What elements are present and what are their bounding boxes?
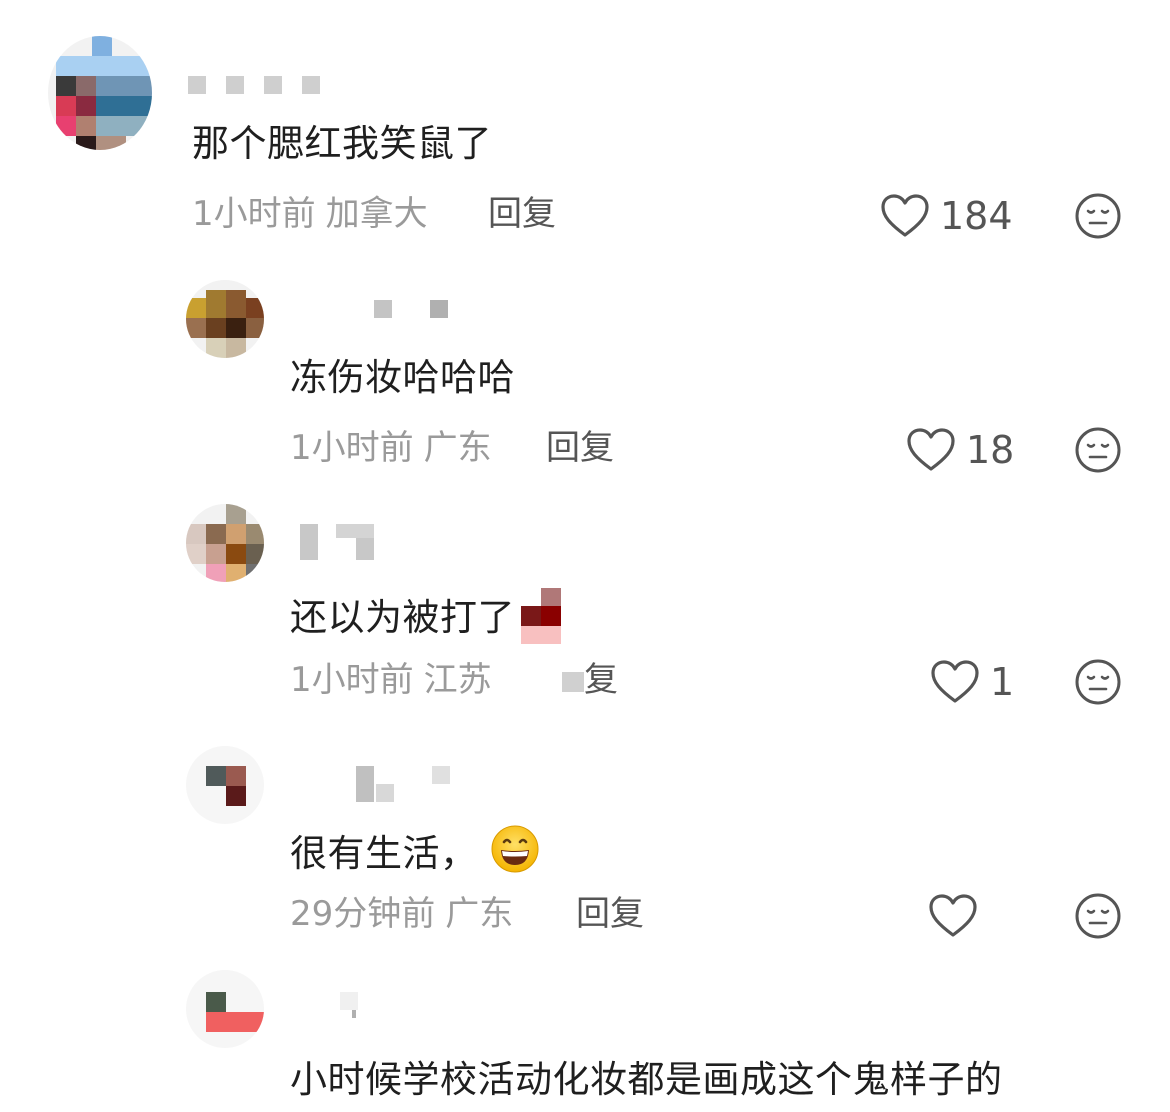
- neutral-face-icon[interactable]: [1074, 192, 1122, 240]
- comment-meta: 1小时前 加拿大: [192, 194, 428, 234]
- avatar[interactable]: [48, 36, 152, 150]
- redacted-block: [562, 672, 584, 692]
- comment-text: 还以为被打了: [290, 588, 561, 644]
- comment-text: 小时候学校活动化妆都是画成这个鬼样子的: [290, 1058, 1003, 1101]
- neutral-face-icon[interactable]: [1074, 892, 1122, 940]
- like-count: 18: [966, 428, 1015, 472]
- comment-location: 广东: [423, 428, 492, 468]
- avatar[interactable]: [186, 504, 264, 582]
- reply-item: 还以为被打了 1小时前 江苏 复 1: [0, 500, 1170, 720]
- username-redacted[interactable]: [374, 300, 454, 322]
- comment-location: 江苏: [423, 660, 492, 700]
- comment-text: 冻伤妆哈哈哈: [290, 356, 515, 399]
- reply-button[interactable]: 回复: [488, 194, 556, 234]
- comment-text: 那个腮红我笑鼠了: [192, 122, 492, 165]
- comment-meta: 1小时前 江苏: [290, 660, 492, 700]
- like-button[interactable]: 184: [880, 192, 1013, 240]
- like-button[interactable]: 18: [906, 426, 1014, 474]
- comment-meta: 29分钟前 广东: [290, 894, 513, 934]
- like-count: 1: [990, 660, 1015, 704]
- reply-button[interactable]: 回复: [576, 894, 644, 934]
- avatar[interactable]: [186, 280, 264, 358]
- neutral-face-icon[interactable]: [1074, 426, 1122, 474]
- comment-item: 那个腮红我笑鼠了 1小时前 加拿大 回复 184: [0, 0, 1170, 250]
- comment-time: 1小时前: [290, 660, 414, 700]
- heart-outline-icon: [929, 894, 977, 937]
- comment-location: 加拿大: [325, 194, 428, 234]
- avatar[interactable]: [186, 746, 264, 824]
- comment-time: 1小时前: [192, 194, 316, 234]
- comment-text: 很有生活，: [290, 824, 540, 876]
- comment-text-body: 还以为被打了: [290, 596, 515, 639]
- comment-meta: 1小时前 广东: [290, 428, 492, 468]
- like-button[interactable]: [928, 892, 988, 940]
- neutral-face-icon[interactable]: [1074, 658, 1122, 706]
- reply-item: 小时候学校活动化妆都是画成这个鬼样子的: [0, 966, 1170, 1112]
- grinning-face-emoji: [491, 825, 538, 873]
- like-button[interactable]: 1: [930, 658, 1014, 706]
- like-count: 184: [940, 194, 1013, 238]
- comment-time: 1小时前: [290, 428, 414, 468]
- comment-time: 29分钟前: [290, 894, 436, 934]
- heart-outline-icon: [931, 660, 979, 703]
- username-redacted[interactable]: [188, 76, 328, 98]
- reply-button[interactable]: 复: [584, 660, 618, 700]
- avatar[interactable]: [186, 970, 264, 1048]
- username-redacted[interactable]: [300, 524, 380, 560]
- username-redacted[interactable]: [356, 766, 456, 802]
- heart-outline-icon: [907, 428, 955, 471]
- comment-text-body: 很有生活，: [290, 832, 478, 875]
- username-redacted[interactable]: [340, 992, 380, 1018]
- reply-button[interactable]: 回复: [546, 428, 614, 468]
- heart-outline-icon: [881, 194, 929, 237]
- reply-item: 很有生活， 29分钟前 广东 回复: [0, 740, 1170, 950]
- redacted-emoji: [521, 588, 561, 644]
- reply-item: 冻伤妆哈哈哈 1小时前 广东 回复 18: [0, 270, 1170, 490]
- comment-location: 广东: [445, 894, 514, 934]
